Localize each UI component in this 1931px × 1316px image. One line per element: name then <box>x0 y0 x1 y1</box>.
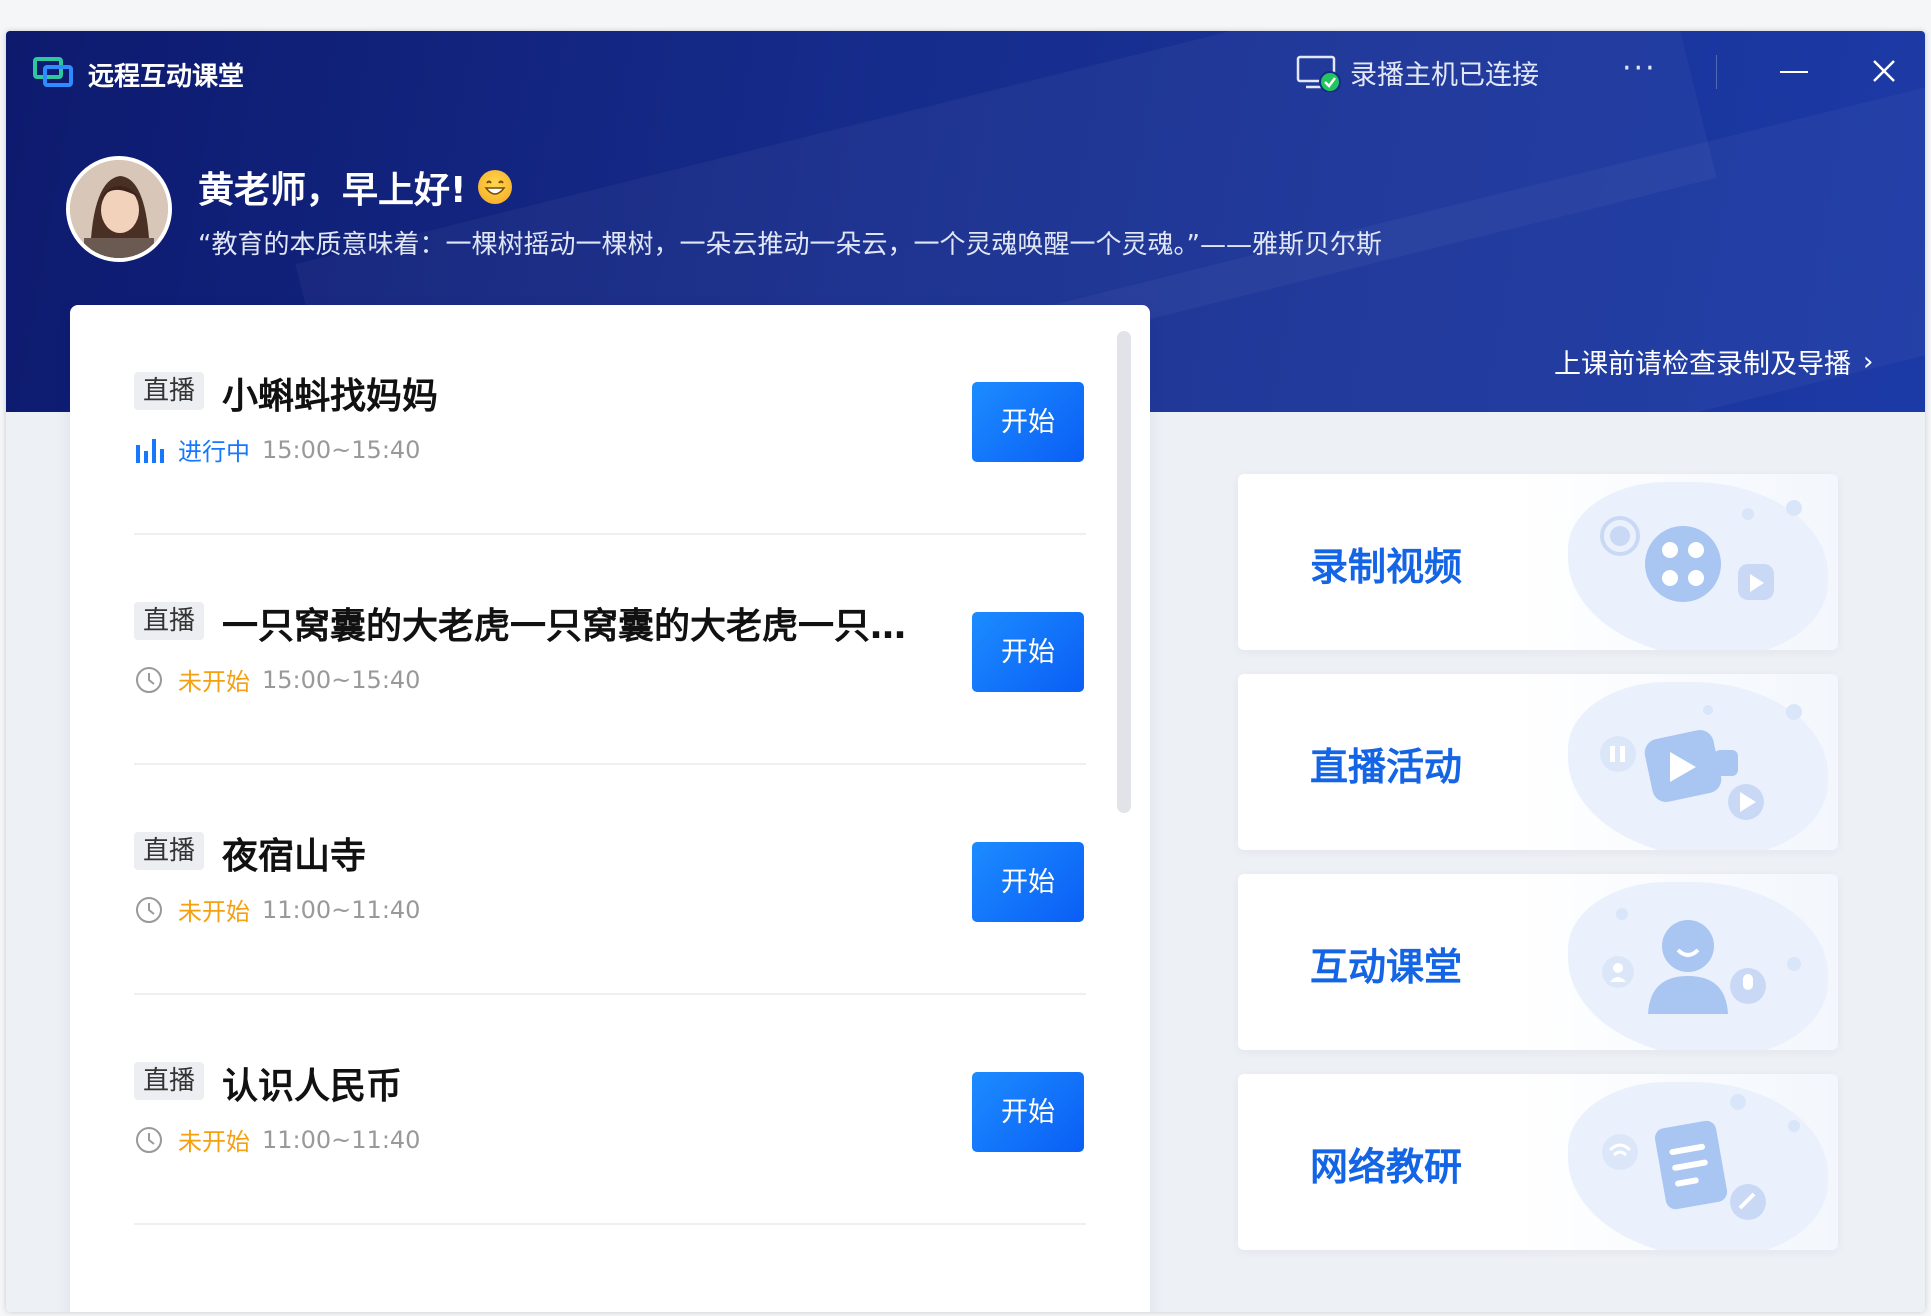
avatar-photo-icon <box>70 160 168 258</box>
course-status: 进行中 15:00~15:40 <box>134 432 420 467</box>
app-title: 远程互动课堂 <box>88 62 245 92</box>
start-button[interactable]: 开始 <box>972 1072 1084 1152</box>
course-time: 15:00~15:40 <box>262 665 421 694</box>
close-icon[interactable] <box>1868 55 1900 87</box>
course-list-panel: 直播 小蝌蚪找妈妈 进行中 15:00~15:40 开始 直播 一只窝囊的大老虎… <box>70 305 1150 1312</box>
course-item: 直播 夜宿山寺 未开始 11:00~11:40 开始 <box>134 765 1086 995</box>
course-item: 直播 认识人民币 未开始 11:00~11:40 开始 <box>134 995 1086 1225</box>
greeting-text: 黄老师，早上好! <box>198 170 467 211</box>
live-bars-icon <box>136 438 164 463</box>
check-recording-link[interactable]: 上课前请检查录制及导播 › <box>1554 342 1873 381</box>
clock-icon <box>136 896 162 923</box>
course-item: 直播 小蝌蚪找妈妈 进行中 15:00~15:40 开始 <box>134 305 1086 535</box>
quote-text: “教育的本质意味着：一棵树摇动一棵树，一朵云推动一朵云，一个灵魂唤醒一个灵魂。”… <box>198 230 1382 260</box>
course-title: 认识人民币 <box>222 1066 403 1107</box>
clock-icon <box>136 1126 162 1153</box>
start-button[interactable]: 开始 <box>972 382 1084 462</box>
course-time: 11:00~11:40 <box>262 1125 421 1154</box>
titlebar: 远程互动课堂 录播主机已连接 ··· <box>6 31 1925 111</box>
film-reel-icon <box>1600 500 1802 602</box>
feature-label: 互动课堂 <box>1310 945 1463 989</box>
minimize-button[interactable] <box>1780 71 1808 73</box>
document-icon <box>1602 1094 1800 1220</box>
course-status: 未开始 11:00~11:40 <box>134 1122 420 1157</box>
course-title: 小蝌蚪找妈妈 <box>222 376 439 417</box>
live-tag: 直播 <box>134 372 205 410</box>
connection-status[interactable]: 录播主机已连接 <box>1296 53 1539 92</box>
course-title: 夜宿山寺 <box>222 836 367 877</box>
status-label: 未开始 <box>178 898 250 926</box>
titlebar-divider <box>1716 55 1717 89</box>
course-status: 未开始 15:00~15:40 <box>134 662 420 697</box>
start-button[interactable]: 开始 <box>972 842 1084 922</box>
feature-card-online-research[interactable]: 网络教研 <box>1238 1074 1838 1250</box>
avatar[interactable] <box>66 156 172 262</box>
grin-emoji-icon <box>478 170 513 204</box>
live-tag: 直播 <box>134 1062 205 1100</box>
feature-label: 直播活动 <box>1310 745 1463 789</box>
feature-label: 录制视频 <box>1310 545 1463 589</box>
start-button[interactable]: 开始 <box>972 612 1084 692</box>
status-label: 未开始 <box>178 668 250 696</box>
course-item: 直播 一只窝囊的大老虎一只窝囊的大老虎一只窝... 未开始 15:00~15:4… <box>134 535 1086 765</box>
scrollbar[interactable] <box>1117 331 1131 813</box>
greeting: 黄老师，早上好! <box>198 161 513 213</box>
check-link-label: 上课前请检查录制及导播 <box>1554 349 1851 380</box>
feature-card-record-video[interactable]: 录制视频 <box>1238 474 1838 650</box>
clock-icon <box>136 666 162 693</box>
user-icon <box>1602 908 1801 1014</box>
more-button[interactable]: ··· <box>1622 51 1657 86</box>
monitor-connected-icon <box>1296 55 1341 92</box>
course-time: 11:00~11:40 <box>262 895 421 924</box>
connection-label: 录播主机已连接 <box>1350 60 1539 91</box>
video-camera-icon <box>1600 704 1802 820</box>
status-label: 进行中 <box>178 438 250 466</box>
live-tag: 直播 <box>134 602 205 640</box>
status-label: 未开始 <box>178 1128 250 1156</box>
app-window: 远程互动课堂 录播主机已连接 ··· 黄老师，早上好! “教育的本质意味着：一棵… <box>6 31 1925 1312</box>
feature-label: 网络教研 <box>1310 1145 1463 1189</box>
course-time: 15:00~15:40 <box>262 435 421 464</box>
course-title: 一只窝囊的大老虎一只窝囊的大老虎一只窝... <box>222 606 942 647</box>
feature-card-live-activity[interactable]: 直播活动 <box>1238 674 1838 850</box>
chevron-right-icon: › <box>1863 346 1874 377</box>
app-logo-icon <box>33 57 73 87</box>
feature-card-interactive-class[interactable]: 互动课堂 <box>1238 874 1838 1050</box>
course-status: 未开始 11:00~11:40 <box>134 892 420 927</box>
live-tag: 直播 <box>134 832 205 870</box>
